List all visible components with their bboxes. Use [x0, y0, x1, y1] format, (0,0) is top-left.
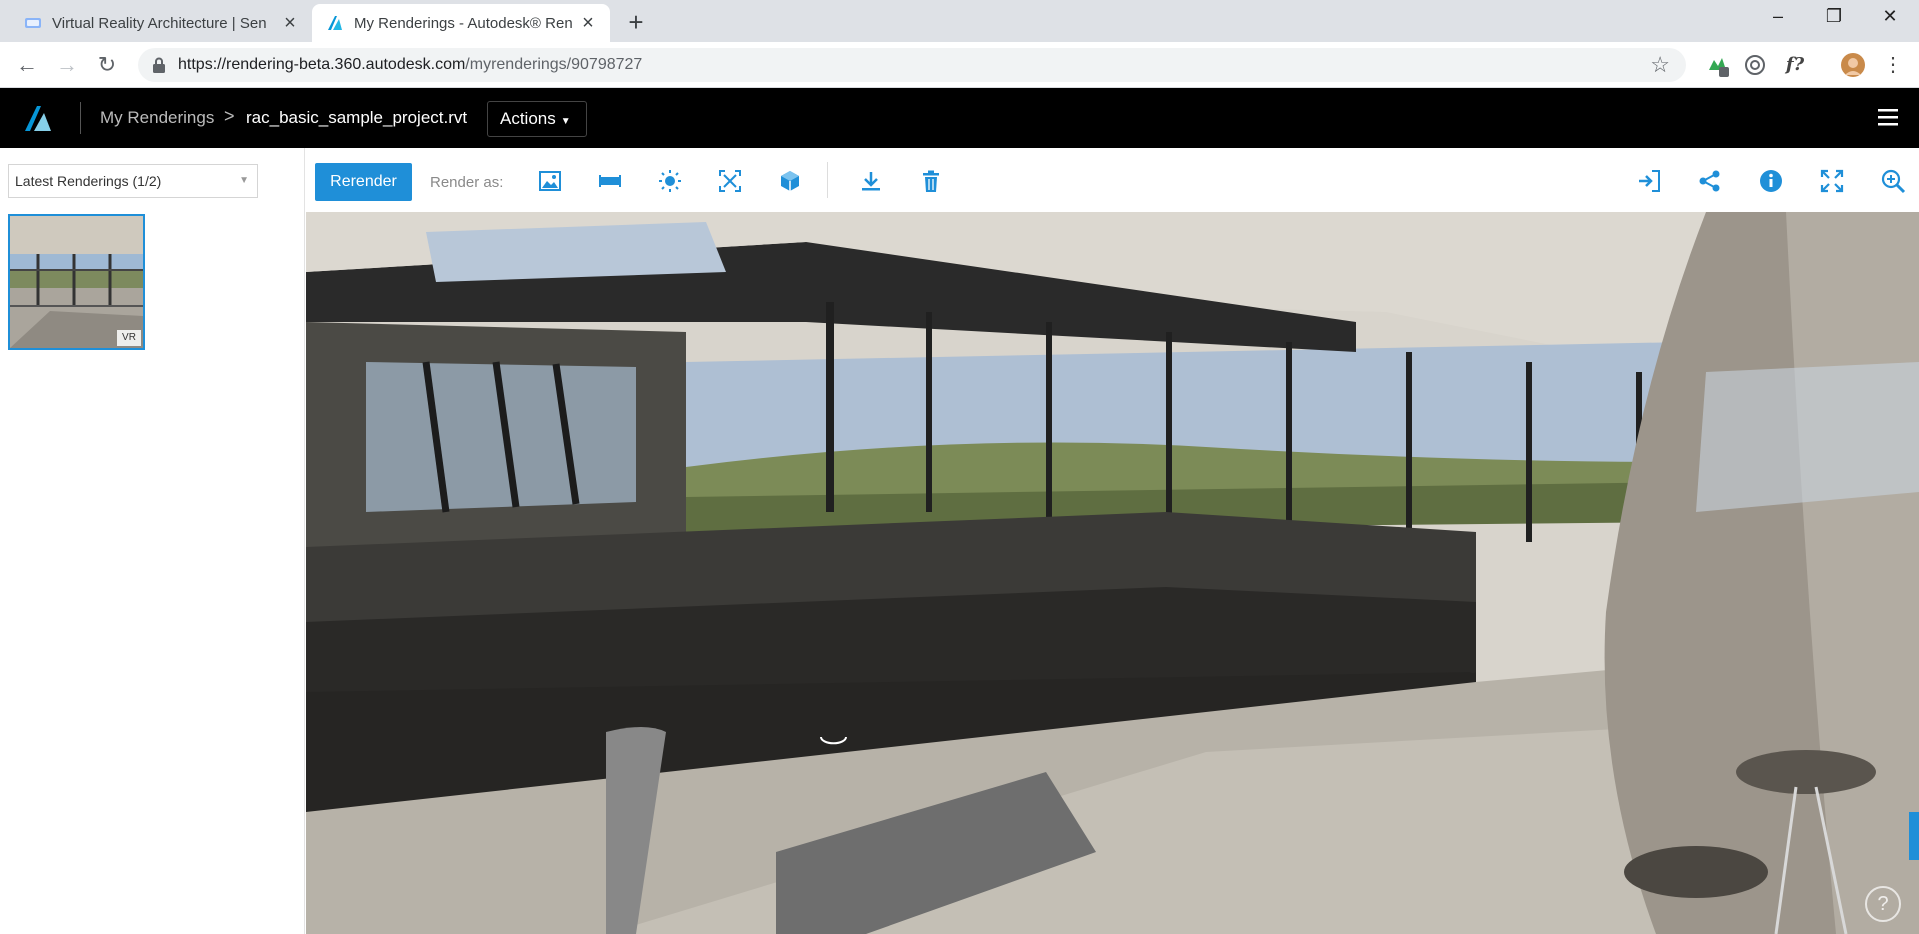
- reload-icon[interactable]: ↻: [92, 50, 122, 80]
- chevron-down-icon: ▼: [239, 175, 249, 186]
- green-extension-icon[interactable]: [1704, 52, 1730, 78]
- zoom-in-icon[interactable]: [1880, 168, 1906, 194]
- formula-ext-icon[interactable]: f?: [1782, 52, 1808, 78]
- breadcrumb-my-renderings[interactable]: My Renderings: [100, 108, 214, 128]
- new-tab-button[interactable]: +: [622, 8, 650, 36]
- fullscreen-icon[interactable]: [1819, 168, 1845, 194]
- browser-menu-icon[interactable]: ⋮: [1880, 52, 1906, 78]
- exposure-icon[interactable]: [717, 168, 743, 194]
- autodesk-favicon-icon: [328, 16, 342, 30]
- browser-tab-my-renderings[interactable]: My Renderings - Autodesk® Ren ×: [312, 4, 610, 42]
- info-icon[interactable]: [1758, 168, 1784, 194]
- chrome-ext-icon[interactable]: [1742, 52, 1768, 78]
- rendering-viewport[interactable]: ?: [306, 212, 1919, 934]
- render-toolbar: Rerender Render as:: [306, 148, 1919, 212]
- rerender-button[interactable]: Rerender: [315, 163, 412, 201]
- address-bar[interactable]: https://rendering-beta.360.autodesk.com/…: [138, 48, 1686, 82]
- vr-headset-icon: VR: [117, 330, 141, 346]
- render-as-label: Render as:: [430, 174, 504, 191]
- image-icon[interactable]: [537, 168, 563, 194]
- lock-icon: [153, 57, 165, 73]
- cube-stereo-icon[interactable]: [777, 168, 803, 194]
- url-text: https://rendering-beta.360.autodesk.com/…: [178, 56, 642, 74]
- open-in-icon[interactable]: [1636, 168, 1662, 194]
- header-divider: [80, 102, 81, 134]
- rendering-thumbnail[interactable]: VR: [8, 214, 145, 350]
- restore-window-button[interactable]: ❐: [1806, 6, 1862, 34]
- renderings-filter-value: Latest Renderings (1/2): [15, 173, 162, 189]
- thumbnail-image: [10, 216, 143, 348]
- actions-dropdown-button[interactable]: Actions ▼: [487, 101, 587, 137]
- actions-label: Actions: [500, 109, 556, 128]
- tab-title: My Renderings - Autodesk® Ren: [354, 14, 573, 32]
- minimize-window-button[interactable]: –: [1750, 6, 1806, 34]
- browser-tab-vr-architecture[interactable]: Virtual Reality Architecture | Sen ×: [10, 4, 312, 42]
- autodesk-logo-icon[interactable]: [22, 102, 54, 134]
- sun-icon[interactable]: [657, 168, 683, 194]
- hamburger-menu-icon[interactable]: [1875, 106, 1901, 128]
- profile-avatar[interactable]: [1840, 52, 1866, 78]
- rendering-panorama-image: [306, 212, 1919, 934]
- renderings-sidebar: Latest Renderings (1/2) ▼ VR: [0, 148, 305, 934]
- caret-down-icon: ▼: [560, 116, 571, 127]
- url-path: /myrenderings/90798727: [465, 56, 643, 73]
- app-header: My Renderings > rac_basic_sample_project…: [0, 88, 1919, 148]
- close-window-button[interactable]: ✕: [1862, 6, 1918, 34]
- bookmark-star-icon[interactable]: ☆: [1650, 52, 1670, 78]
- site-favicon-icon: [25, 18, 41, 28]
- side-panel-tab[interactable]: [1909, 812, 1919, 860]
- toolbar-divider: [827, 162, 828, 198]
- browser-toolbar: ← → ↻ https://rendering-beta.360.autodes…: [0, 42, 1919, 88]
- browser-tab-strip: Virtual Reality Architecture | Sen × My …: [0, 0, 1919, 42]
- trash-icon[interactable]: [918, 168, 944, 194]
- panorama-icon[interactable]: [597, 168, 623, 194]
- close-tab-icon[interactable]: ×: [578, 13, 598, 33]
- renderings-filter-select[interactable]: Latest Renderings (1/2) ▼: [8, 164, 258, 198]
- tab-title: Virtual Reality Architecture | Sen: [52, 14, 267, 32]
- help-button[interactable]: ?: [1865, 886, 1901, 922]
- forward-icon[interactable]: →: [52, 50, 82, 80]
- share-icon[interactable]: [1697, 168, 1723, 194]
- download-icon[interactable]: [858, 168, 884, 194]
- url-host: https://rendering-beta.360.autodesk.com: [178, 56, 466, 73]
- close-tab-icon[interactable]: ×: [280, 13, 300, 33]
- breadcrumb-current-file: rac_basic_sample_project.rvt: [246, 108, 468, 127]
- breadcrumb-separator-icon: >: [224, 106, 235, 126]
- back-icon[interactable]: ←: [12, 50, 42, 80]
